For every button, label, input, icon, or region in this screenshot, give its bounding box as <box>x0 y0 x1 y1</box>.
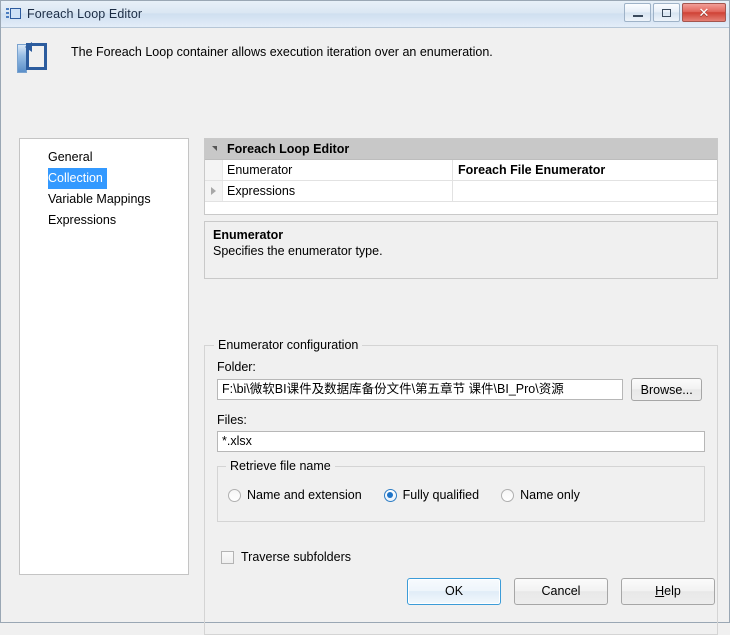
files-label: Files: <box>217 413 247 427</box>
radio-name-only[interactable]: Name only <box>501 488 580 502</box>
sidebar-item-variable-mappings[interactable]: Variable Mappings <box>20 189 151 210</box>
maximize-icon <box>662 8 671 17</box>
files-input[interactable]: *.xlsx <box>217 431 705 452</box>
minimize-icon <box>632 15 643 17</box>
maximize-button[interactable] <box>653 3 680 22</box>
dialog-body: General Collection Variable Mappings Exp… <box>1 90 729 635</box>
radio-label: Name only <box>520 488 580 502</box>
help-label-rest: elp <box>664 584 681 598</box>
close-icon: ✕ <box>698 5 710 20</box>
radio-label: Fully qualified <box>402 488 480 502</box>
title-bar: Foreach Loop Editor ✕ <box>1 1 729 28</box>
foreach-loop-editor-dialog: Foreach Loop Editor ✕ The Foreach Loop c… <box>0 0 730 635</box>
property-value-expressions[interactable] <box>453 181 717 201</box>
cancel-button[interactable]: Cancel <box>514 577 608 605</box>
retrieve-file-name-group: Retrieve file name Name and extension Fu… <box>217 459 705 522</box>
property-name-expressions: Expressions <box>223 181 453 201</box>
browse-button[interactable]: Browse... <box>631 378 702 401</box>
content-panel: Foreach Loop Editor Enumerator Foreach F… <box>204 138 718 635</box>
foreach-container-icon <box>15 41 49 75</box>
sidebar-item-general[interactable]: General <box>20 147 92 168</box>
radio-indicator[interactable] <box>228 488 241 502</box>
window-title: Foreach Loop Editor <box>27 7 143 21</box>
property-row-expressions[interactable]: Expressions <box>205 181 717 202</box>
sidebar-item-collection[interactable]: Collection <box>48 168 107 189</box>
folder-label: Folder: <box>217 360 256 374</box>
header-description: The Foreach Loop container allows execut… <box>71 45 493 59</box>
property-grid-filler <box>205 202 717 214</box>
navigation-panel: General Collection Variable Mappings Exp… <box>19 138 189 575</box>
help-accelerator: H <box>655 584 665 598</box>
minimize-button[interactable] <box>624 3 651 22</box>
property-row-enumerator[interactable]: Enumerator Foreach File Enumerator <box>205 160 717 181</box>
property-grid: Foreach Loop Editor Enumerator Foreach F… <box>204 138 718 215</box>
description-title: Enumerator <box>213 228 284 242</box>
enumerator-configuration-legend: Enumerator configuration <box>214 338 363 352</box>
close-button[interactable]: ✕ <box>682 3 726 22</box>
radio-indicator[interactable] <box>501 488 515 502</box>
row-gutter <box>205 160 223 180</box>
expand-triangle-icon[interactable] <box>205 181 223 201</box>
property-name-enumerator: Enumerator <box>223 160 453 180</box>
property-grid-category-row[interactable]: Foreach Loop Editor <box>205 139 717 160</box>
folder-row: F:\bi\微软BI课件及数据库备份文件\第五章节 课件\BI_Pro\资源 B… <box>217 378 702 401</box>
radio-fully-qualified[interactable]: Fully qualified <box>383 488 480 502</box>
caption-buttons: ✕ <box>624 3 726 22</box>
help-button[interactable]: Help <box>621 577 715 605</box>
radio-label: Name and extension <box>247 488 362 502</box>
radio-name-and-extension[interactable]: Name and extension <box>228 488 362 502</box>
sidebar-item-expressions[interactable]: Expressions <box>20 210 116 231</box>
description-text: Specifies the enumerator type. <box>213 244 383 258</box>
retrieve-file-name-legend: Retrieve file name <box>226 459 335 473</box>
collapse-triangle-icon[interactable] <box>205 139 223 159</box>
radio-indicator-selected[interactable] <box>383 488 397 502</box>
property-grid-category-label: Foreach Loop Editor <box>227 142 350 156</box>
folder-input[interactable]: F:\bi\微软BI课件及数据库备份文件\第五章节 课件\BI_Pro\资源 <box>217 379 624 400</box>
dialog-footer: OK Cancel Help <box>1 560 729 622</box>
foreach-loop-icon <box>6 6 22 22</box>
property-value-enumerator[interactable]: Foreach File Enumerator <box>453 160 717 180</box>
ok-button[interactable]: OK <box>407 577 501 605</box>
dialog-header: The Foreach Loop container allows execut… <box>1 28 729 90</box>
description-pane: Enumerator Specifies the enumerator type… <box>204 221 718 279</box>
